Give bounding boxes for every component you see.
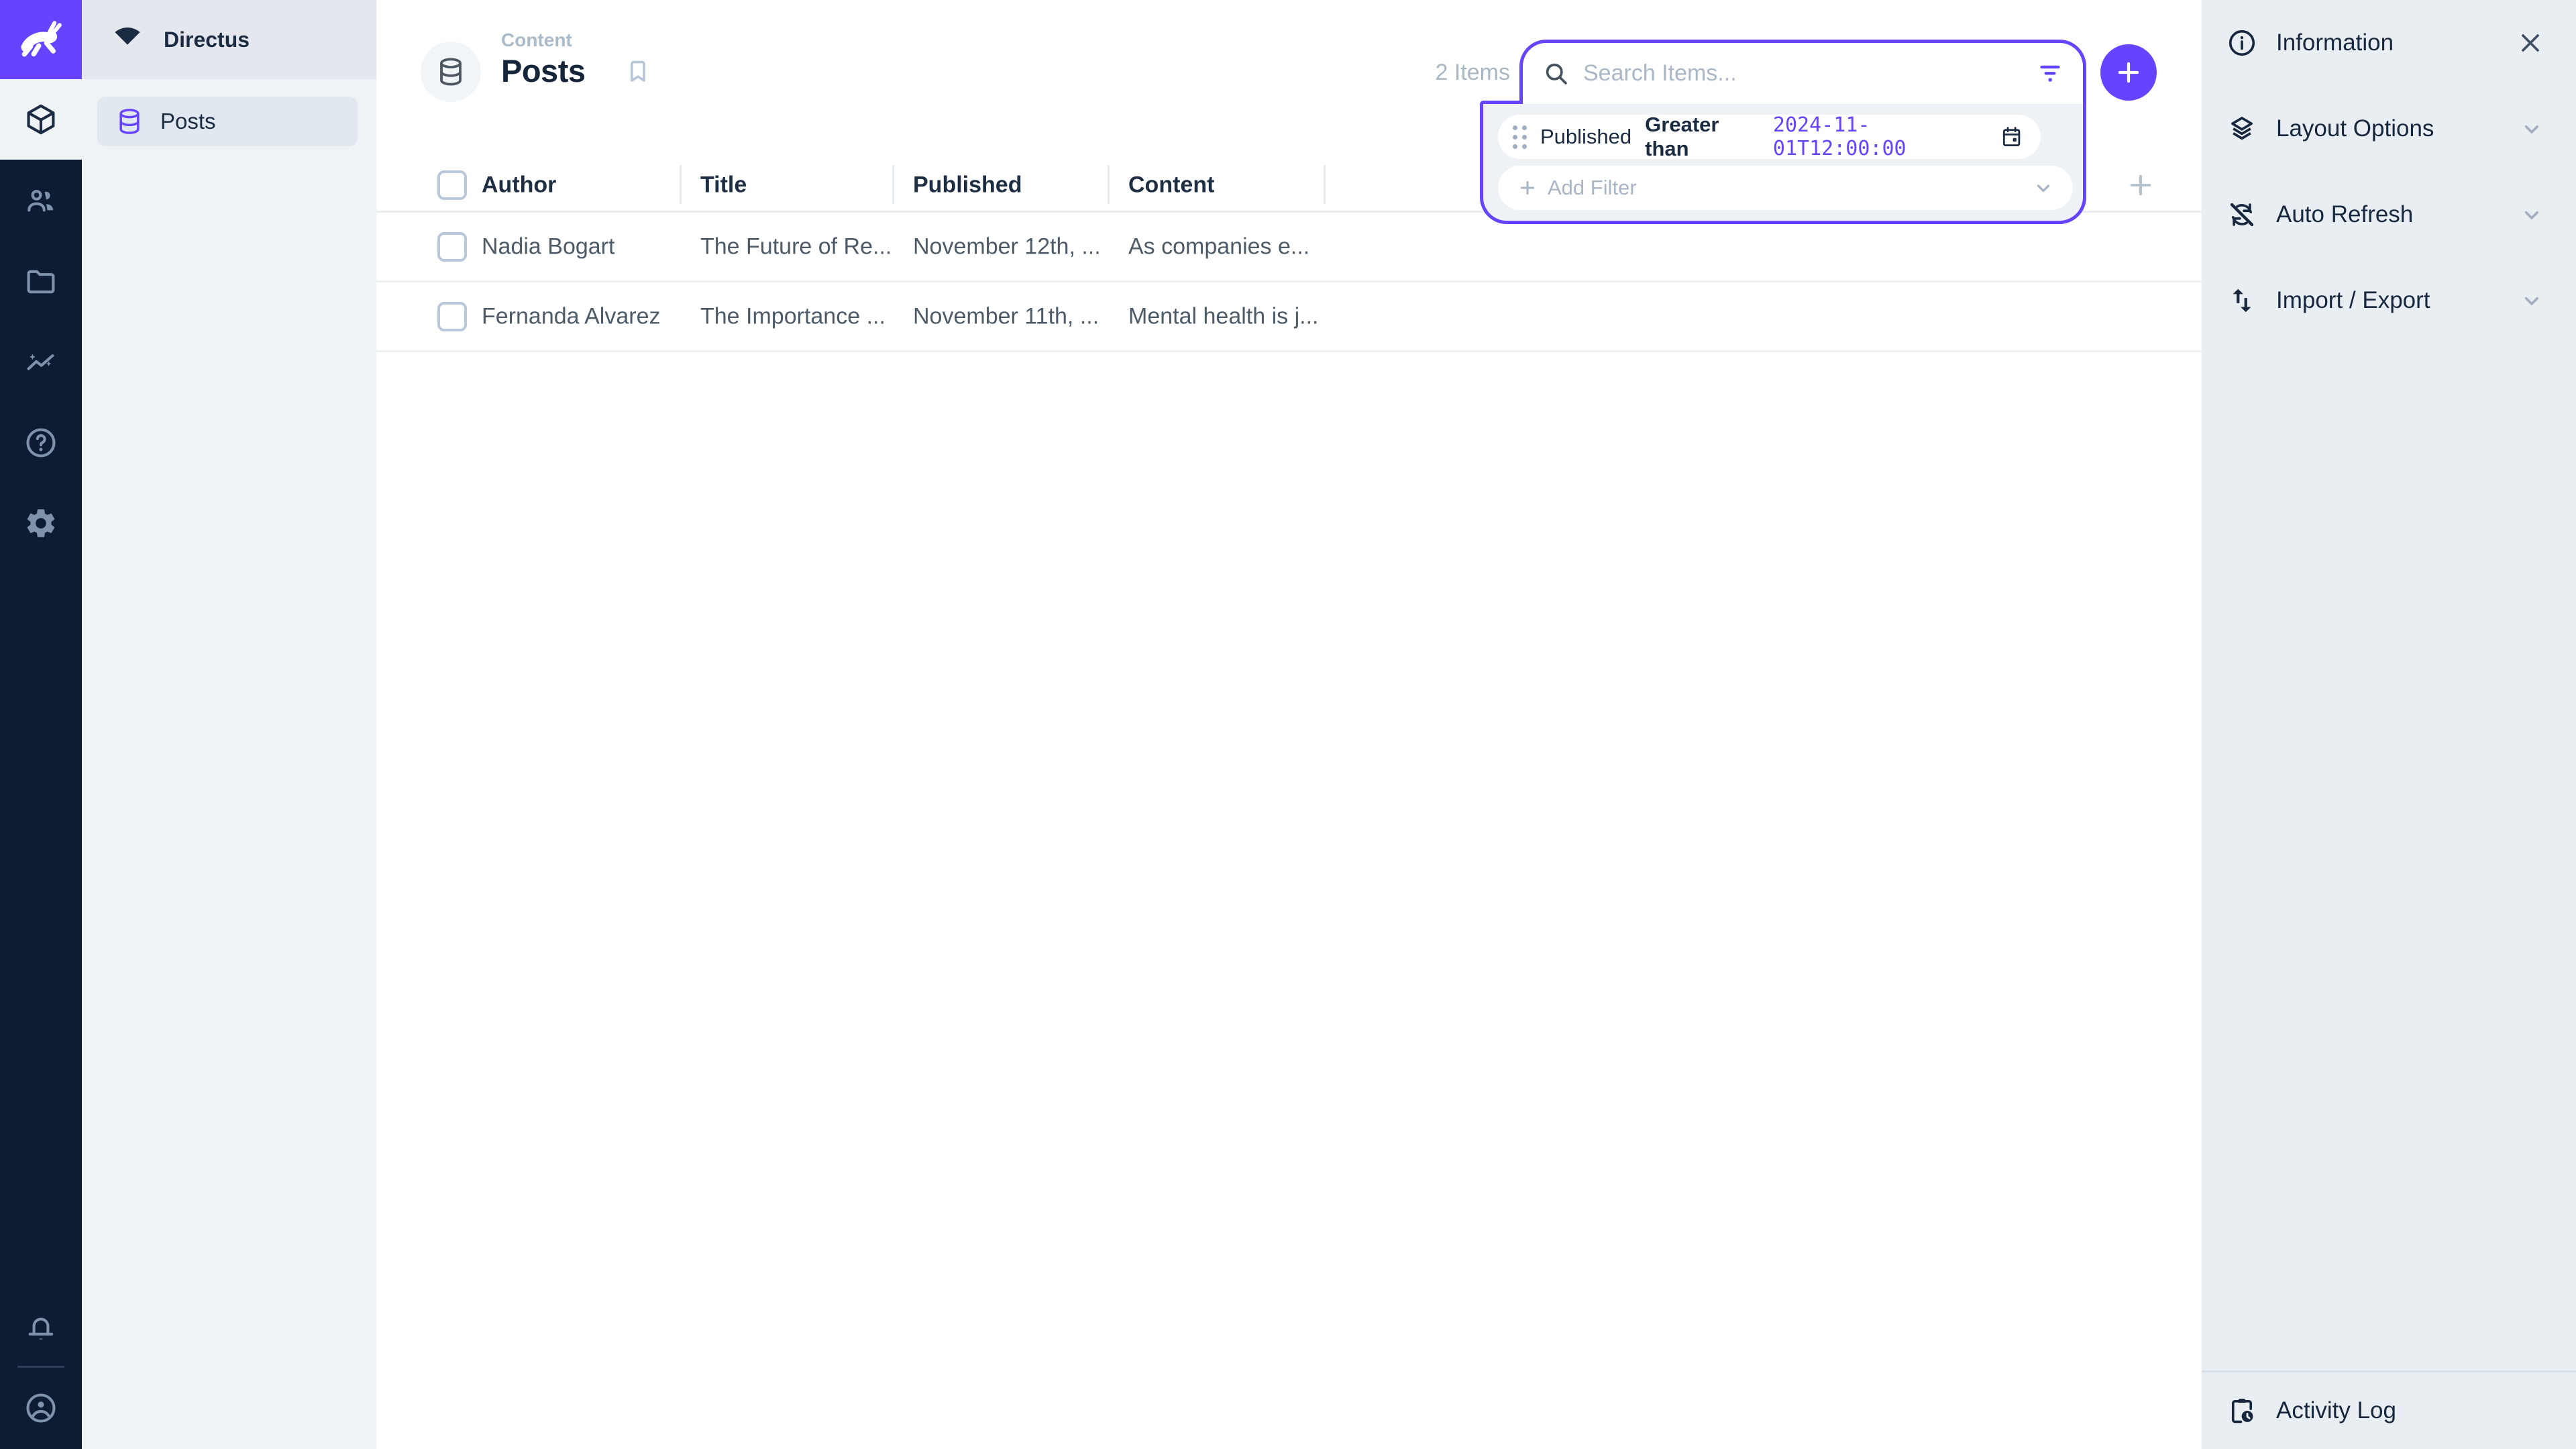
activity-log-button[interactable]: Activity Log <box>2202 1371 2576 1449</box>
drawer-item-label: Information <box>2276 30 2394 56</box>
plus-icon <box>2114 58 2143 87</box>
chevron-down-icon[interactable] <box>2518 115 2545 142</box>
info-icon <box>2226 28 2257 58</box>
chevron-down-icon <box>2031 176 2055 200</box>
directus-app: Directus Posts Content Posts 2 <box>0 0 2576 1449</box>
sync-disabled-icon <box>2226 199 2257 230</box>
gear-icon <box>23 506 58 541</box>
people-icon <box>23 184 58 219</box>
search-input[interactable] <box>1582 60 2035 87</box>
project-switcher[interactable]: Directus <box>82 0 376 79</box>
select-all-checkbox[interactable] <box>437 170 467 200</box>
column-divider[interactable] <box>680 165 682 204</box>
clipboard-clock-icon <box>2226 1395 2257 1426</box>
bell-icon <box>23 1310 58 1345</box>
cell-author: Nadia Bogart <box>482 233 614 260</box>
drawer-item-layout-options[interactable]: Layout Options <box>2202 97 2576 161</box>
nav-sidebar: Directus Posts <box>82 0 376 1449</box>
help-icon <box>23 425 58 460</box>
column-divider[interactable] <box>1324 165 1326 204</box>
database-icon <box>115 107 144 136</box>
activity-log-label: Activity Log <box>2276 1397 2396 1424</box>
cell-title: The Importance ... <box>700 303 885 329</box>
row-checkbox[interactable] <box>437 232 467 262</box>
item-count: 2 Items <box>1409 60 1510 85</box>
filter-rule[interactable]: Published Greater than 2024-11-01T12:00:… <box>1498 115 2041 159</box>
drag-handle-icon[interactable] <box>1513 125 1527 149</box>
chevron-down-icon[interactable] <box>2518 287 2545 314</box>
column-header-title[interactable]: Title <box>700 172 747 199</box>
layers-icon <box>2226 113 2257 144</box>
search-icon <box>1542 59 1571 89</box>
column-header-content[interactable]: Content <box>1128 172 1214 199</box>
fan-icon <box>110 22 145 57</box>
add-filter-label: Add Filter <box>1548 176 1637 200</box>
breadcrumb[interactable]: Content <box>501 30 572 51</box>
sidebar-item-label: Posts <box>160 109 216 134</box>
main-content: Content Posts 2 Items Published <box>376 0 2202 1449</box>
drawer-item-import-export[interactable]: Import / Export <box>2202 268 2576 333</box>
module-file-library[interactable] <box>0 241 82 322</box>
insights-icon <box>23 345 58 380</box>
filter-operator[interactable]: Greater than <box>1645 113 1760 161</box>
row-checkbox[interactable] <box>437 302 467 331</box>
create-item-button[interactable] <box>2100 44 2157 101</box>
plus-icon <box>1517 177 1538 199</box>
column-divider[interactable] <box>892 165 894 204</box>
add-filter-button[interactable]: Add Filter <box>1498 166 2073 210</box>
filter-panel: Published Greater than 2024-11-01T12:00:… <box>1480 104 2086 224</box>
column-divider[interactable] <box>1108 165 1110 204</box>
module-content[interactable] <box>0 79 82 160</box>
cell-content: As companies e... <box>1128 233 1309 260</box>
drawer-item-label: Auto Refresh <box>2276 201 2413 228</box>
plus-icon <box>2125 170 2156 201</box>
user-avatar-button[interactable] <box>0 1368 82 1448</box>
filter-list-icon[interactable] <box>2035 58 2065 89</box>
filter-field[interactable]: Published <box>1540 125 1631 149</box>
page-title: Posts <box>501 52 586 89</box>
project-logo-button[interactable] <box>0 0 82 79</box>
close-icon[interactable] <box>2516 28 2545 58</box>
bookmark-button[interactable] <box>624 58 652 89</box>
filter-value[interactable]: 2024-11-01T12:00:00 <box>1773 113 1986 160</box>
avatar-icon <box>23 1391 58 1426</box>
swap-vert-icon <box>2226 285 2257 316</box>
add-column-button[interactable] <box>2125 170 2156 201</box>
chevron-down-icon[interactable] <box>2518 201 2545 228</box>
drawer-item-auto-refresh[interactable]: Auto Refresh <box>2202 182 2576 247</box>
drawer-item-label: Layout Options <box>2276 115 2434 142</box>
box-icon <box>23 102 58 137</box>
cell-published: November 11th, ... <box>913 303 1099 329</box>
calendar-icon[interactable] <box>2000 124 2023 150</box>
notifications-button[interactable] <box>0 1287 82 1368</box>
column-header-author[interactable]: Author <box>482 172 556 199</box>
table-row[interactable]: Fernanda Alvarez The Importance ... Nove… <box>376 282 2202 352</box>
search-box <box>1519 40 2086 104</box>
module-help[interactable] <box>0 402 82 483</box>
module-insights[interactable] <box>0 322 82 402</box>
directus-rabbit-logo-icon <box>15 14 66 65</box>
collection-icon-button[interactable] <box>421 42 481 102</box>
column-header-published[interactable]: Published <box>913 172 1022 199</box>
cell-author: Fernanda Alvarez <box>482 303 661 329</box>
folder-icon <box>23 264 58 299</box>
drawer-item-information[interactable]: Information <box>2202 11 2576 75</box>
project-name: Directus <box>164 28 250 52</box>
cell-title: The Future of Re... <box>700 233 892 260</box>
database-icon <box>435 56 467 88</box>
drawer-item-label: Import / Export <box>2276 287 2430 314</box>
cell-published: November 12th, ... <box>913 233 1101 260</box>
cell-content: Mental health is j... <box>1128 303 1318 329</box>
module-user-directory[interactable] <box>0 161 82 241</box>
bookmark-icon <box>624 58 652 86</box>
module-bar <box>0 0 82 1449</box>
sidebar-item-posts[interactable]: Posts <box>97 97 358 146</box>
sidebar-drawer: Information Layout Options <box>2202 0 2576 1449</box>
module-settings[interactable] <box>0 483 82 564</box>
